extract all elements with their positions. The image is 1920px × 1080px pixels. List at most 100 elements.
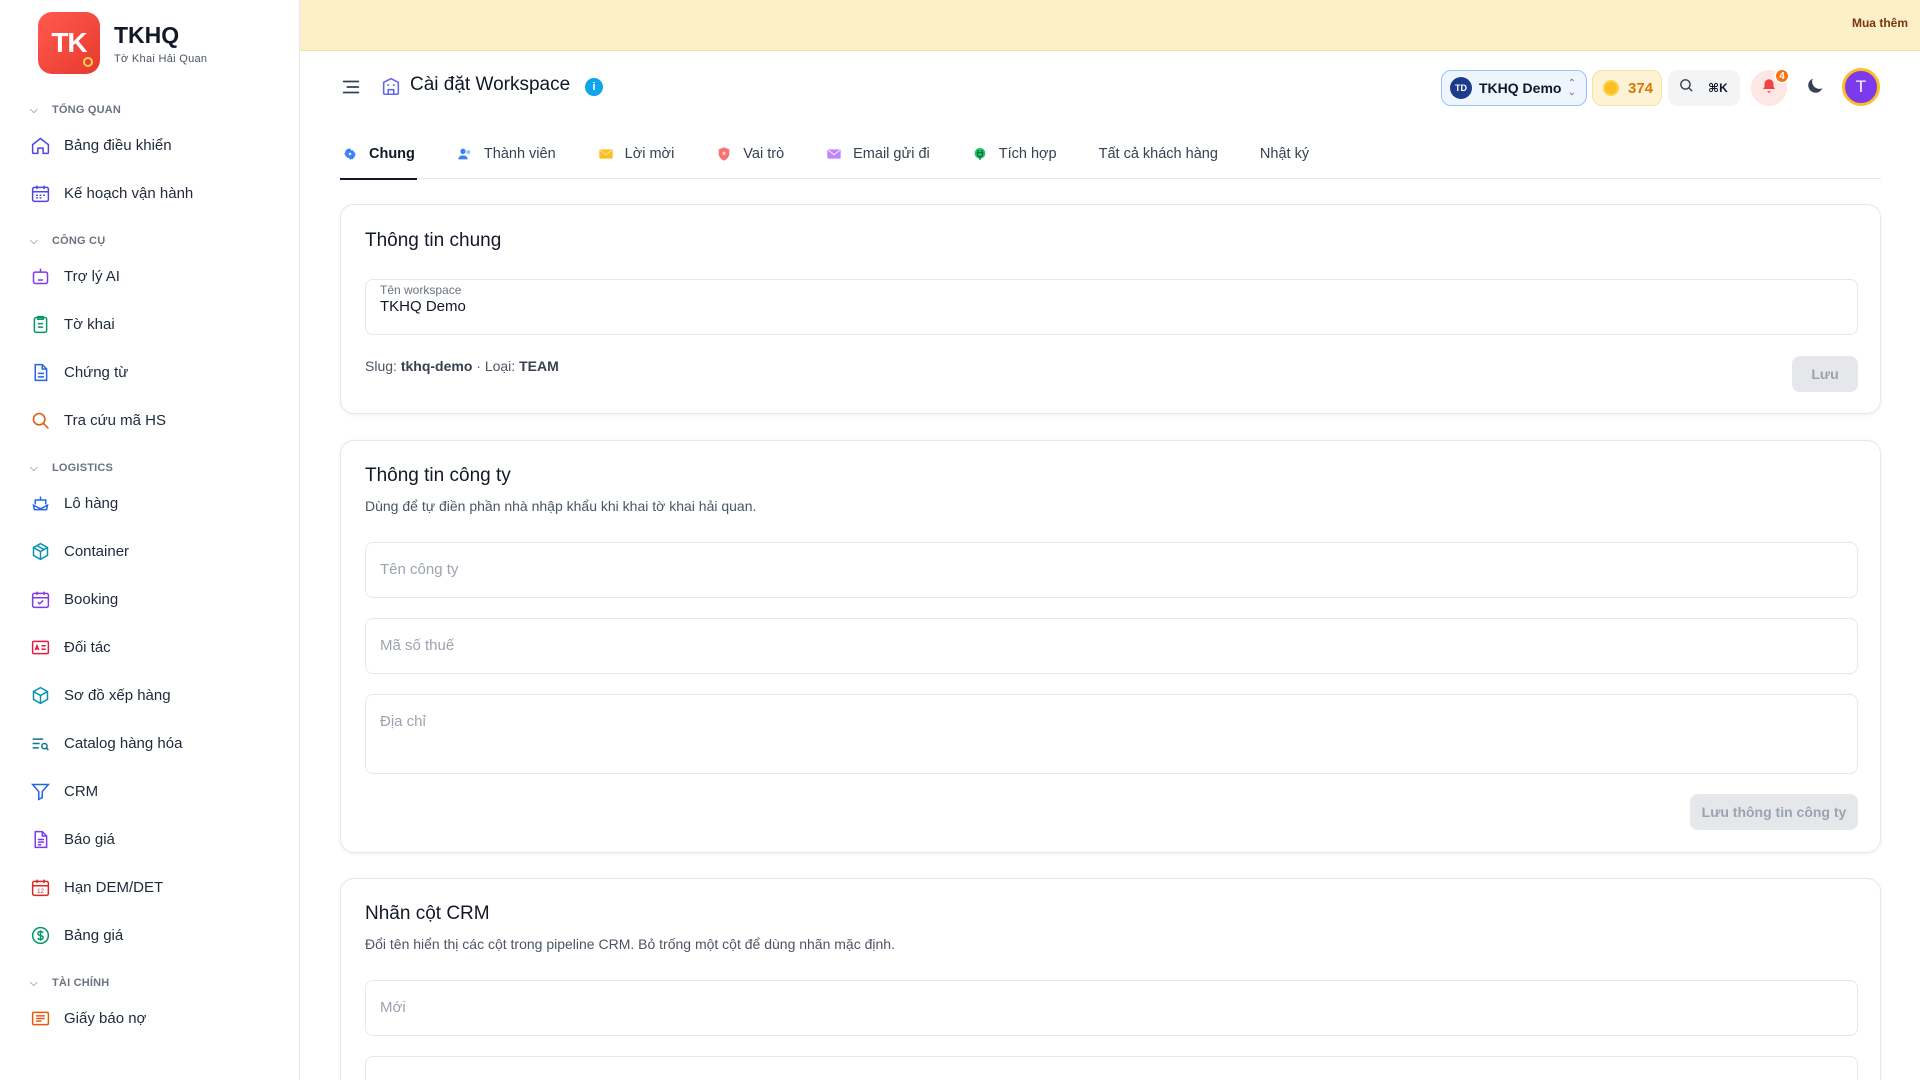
tab-label: Chung bbox=[369, 145, 415, 162]
sidebar-item-documents[interactable]: Chứng từ bbox=[0, 348, 299, 396]
page-header: Cài đặt Workspace i TD TKHQ Demo ⌃ ⌄ 374 … bbox=[300, 51, 1920, 123]
sidebar-item-load-plan[interactable]: Sơ đồ xếp hàng bbox=[0, 671, 299, 719]
crm-new-placeholder: Mới bbox=[380, 999, 406, 1016]
type-value: TEAM bbox=[519, 358, 559, 374]
sidebar-item-ai-assistant[interactable]: Trợ lý AI bbox=[0, 252, 299, 300]
workspace-meta: Slug: tkhq-demo · Loại: TEAM bbox=[365, 358, 559, 374]
tab-members[interactable]: Thành viên bbox=[455, 128, 558, 179]
sidebar-item-declarations[interactable]: Tờ khai bbox=[0, 300, 299, 348]
top-banner: Mua thêm bbox=[300, 0, 1920, 51]
chevron-up-down-icon: ⌃ ⌄ bbox=[1567, 78, 1576, 98]
workspace-avatar: TD bbox=[1450, 77, 1472, 99]
crm-new-label-field[interactable]: Mới bbox=[365, 980, 1858, 1036]
tab-roles[interactable]: Vai trò bbox=[714, 128, 786, 179]
sidebar-item-partners[interactable]: Đối tác bbox=[0, 623, 299, 671]
sidebar-item-catalog[interactable]: Catalog hàng hóa bbox=[0, 719, 299, 767]
users-icon bbox=[457, 146, 473, 162]
sidebar-item-container[interactable]: Container bbox=[0, 527, 299, 575]
sidebar-item-label: Container bbox=[64, 542, 130, 560]
sidebar-item-hs-lookup[interactable]: Tra cứu mã HS bbox=[0, 396, 299, 444]
nav-group-finance[interactable]: ⌵ TÀI CHÍNH bbox=[0, 972, 299, 994]
credits-badge[interactable]: 374 bbox=[1592, 70, 1662, 106]
type-label: · Loại: bbox=[476, 358, 516, 374]
sidebar-item-dem-det[interactable]: 12 Hạn DEM/DET bbox=[0, 863, 299, 911]
crm-labels-description: Đổi tên hiển thị các cột trong pipeline … bbox=[365, 936, 895, 952]
menu-toggle-icon[interactable] bbox=[340, 76, 362, 98]
receipt-icon bbox=[29, 1007, 51, 1029]
tab-invitations[interactable]: Lời mời bbox=[596, 128, 677, 179]
nav-group-title: TÀI CHÍNH bbox=[52, 977, 110, 989]
robot-icon bbox=[29, 265, 51, 287]
sidebar: TK TKHQ Tờ Khai Hải Quan ⌵ TỔNG QUAN Bản… bbox=[0, 0, 300, 1080]
sidebar-item-dashboard[interactable]: Bảng điều khiển bbox=[0, 121, 299, 169]
sidebar-item-booking[interactable]: Booking bbox=[0, 575, 299, 623]
sidebar-item-label: Catalog hàng hóa bbox=[64, 734, 183, 752]
notifications-button[interactable]: 4 bbox=[1751, 68, 1790, 106]
search-icon bbox=[29, 409, 51, 431]
company-name-field[interactable]: Tên công ty bbox=[365, 542, 1858, 598]
info-icon[interactable]: i bbox=[585, 78, 603, 96]
search-shortcut: ⌘K bbox=[1708, 81, 1728, 95]
tab-label: Email gửi đi bbox=[853, 145, 930, 162]
app-logo: TK bbox=[38, 12, 100, 74]
sidebar-item-price-list[interactable]: Bảng giá bbox=[0, 911, 299, 959]
file-text-icon bbox=[29, 828, 51, 850]
workspace-name-label: Tên workspace bbox=[380, 283, 462, 297]
nav-group-logistics[interactable]: ⌵ LOGISTICS bbox=[0, 457, 299, 479]
sidebar-item-label: Bảng giá bbox=[64, 926, 124, 944]
workspace-name-field[interactable]: Tên workspace TKHQ Demo bbox=[365, 279, 1858, 335]
sidebar-item-label: Trợ lý AI bbox=[64, 267, 120, 285]
sidebar-item-operations-plan[interactable]: Kế hoạch vận hành bbox=[0, 169, 299, 217]
logo-dot bbox=[83, 57, 93, 67]
brand-name: TKHQ bbox=[114, 21, 180, 48]
tab-activity-log[interactable]: Nhật ký bbox=[1258, 128, 1311, 179]
tab-general[interactable]: Chung bbox=[340, 128, 417, 180]
address-field[interactable]: Địa chỉ bbox=[365, 694, 1858, 774]
nav-group-tools[interactable]: ⌵ CÔNG CỤ bbox=[0, 230, 299, 252]
chevron-down-icon: ⌵ bbox=[30, 104, 38, 116]
theme-toggle[interactable] bbox=[1797, 70, 1833, 106]
buy-more-link[interactable]: Mua thêm bbox=[1852, 16, 1908, 30]
tab-all-customers[interactable]: Tất cả khách hàng bbox=[1097, 128, 1220, 179]
crm-labels-card: Nhãn cột CRM Đổi tên hiển thị các cột tr… bbox=[340, 878, 1881, 1080]
tax-code-field[interactable]: Mã số thuế bbox=[365, 618, 1858, 674]
building-icon bbox=[380, 75, 402, 97]
company-info-card: Thông tin công ty Dùng để tự điền phần n… bbox=[340, 440, 1881, 853]
calendar-icon bbox=[29, 182, 51, 204]
sidebar-item-label: Báo giá bbox=[64, 830, 115, 848]
workspace-switcher[interactable]: TD TKHQ Demo ⌃ ⌄ bbox=[1441, 70, 1587, 106]
sidebar-item-label: Đối tác bbox=[64, 638, 111, 656]
tab-outgoing-email[interactable]: Email gửi đi bbox=[824, 128, 932, 179]
nav-group-title: CÔNG CỤ bbox=[52, 235, 106, 247]
settings-tabs: Chung Thành viên Lời mời Vai trò Email g… bbox=[340, 128, 1881, 180]
tab-label: Thành viên bbox=[483, 145, 556, 162]
brand[interactable]: TK TKHQ Tờ Khai Hải Quan bbox=[0, 0, 299, 86]
tab-integrations[interactable]: Tích hợp bbox=[970, 128, 1059, 179]
brand-subtitle: Tờ Khai Hải Quan bbox=[114, 52, 208, 65]
cube-icon bbox=[29, 684, 51, 706]
user-avatar[interactable]: T bbox=[1842, 68, 1880, 106]
sidebar-item-label: Booking bbox=[64, 590, 119, 608]
sidebar-item-quotes[interactable]: Báo giá bbox=[0, 815, 299, 863]
sidebar-item-shipments[interactable]: Lô hàng bbox=[0, 479, 299, 527]
tab-label: Nhật ký bbox=[1259, 145, 1310, 162]
slug-label: Slug: bbox=[365, 358, 397, 374]
sidebar-item-label: Sơ đồ xếp hàng bbox=[64, 686, 171, 704]
svg-text:12: 12 bbox=[37, 888, 44, 895]
nav-group-overview[interactable]: ⌵ TỔNG QUAN bbox=[0, 99, 299, 121]
ship-icon bbox=[29, 492, 51, 514]
search-icon bbox=[1678, 77, 1695, 99]
save-button[interactable]: Lưu bbox=[1792, 356, 1858, 392]
crm-contacted-label-field[interactable] bbox=[365, 1056, 1858, 1080]
save-company-button[interactable]: Lưu thông tin công ty bbox=[1690, 794, 1858, 830]
sidebar-item-label: Tra cứu mã HS bbox=[64, 411, 167, 429]
notification-count-badge: 4 bbox=[1774, 68, 1790, 84]
general-info-card: Thông tin chung Tên workspace TKHQ Demo … bbox=[340, 204, 1881, 414]
funnel-icon bbox=[29, 780, 51, 802]
sidebar-item-debit-notes[interactable]: Giấy báo nợ bbox=[0, 994, 299, 1042]
sidebar-item-label: Lô hàng bbox=[64, 494, 119, 512]
sidebar-item-crm[interactable]: CRM bbox=[0, 767, 299, 815]
gear-icon bbox=[342, 146, 358, 162]
nav-group-title: LOGISTICS bbox=[52, 462, 114, 474]
search-button[interactable]: ⌘K bbox=[1668, 70, 1740, 106]
